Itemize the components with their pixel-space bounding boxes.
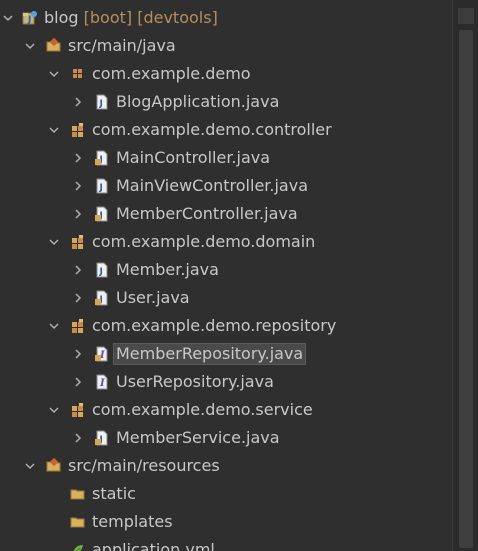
tree-label[interactable]: MemberRepository.java [112, 343, 307, 365]
chevron-right-icon[interactable] [71, 95, 85, 109]
project-icon: J [22, 10, 38, 26]
tree-label[interactable]: MainController.java [114, 148, 272, 168]
yml-file-icon [70, 542, 86, 551]
tree-node-user[interactable]: J User.java [0, 284, 452, 312]
tree-label[interactable]: User.java [114, 288, 192, 308]
tree-label[interactable]: src/main/java [66, 36, 178, 56]
tree-node-static[interactable]: static [0, 480, 452, 508]
package-icon [70, 234, 86, 250]
chevron-right-icon[interactable] [71, 263, 85, 277]
tree-label[interactable]: MemberService.java [114, 428, 282, 448]
java-class-icon: J [94, 150, 110, 166]
tree-node-member-repository[interactable]: I MemberRepository.java [0, 340, 452, 368]
chevron-right-icon[interactable] [71, 151, 85, 165]
tree-node-main-view-controller[interactable]: J MainViewController.java [0, 172, 452, 200]
tree-node-src-main-java[interactable]: src/main/java [0, 32, 452, 60]
tree-node-package-repository[interactable]: com.example.demo.repository [0, 312, 452, 340]
chevron-down-icon[interactable] [23, 39, 37, 53]
tree-label[interactable]: com.example.demo [90, 64, 253, 84]
tree-label[interactable]: com.example.demo.service [90, 400, 315, 420]
svg-text:J: J [99, 183, 103, 193]
tree-label[interactable]: src/main/resources [66, 456, 222, 476]
tree-node-member-controller[interactable]: J MemberController.java [0, 200, 452, 228]
chevron-down-icon[interactable] [47, 235, 61, 249]
scrollbar-thumb[interactable] [459, 30, 473, 548]
tree-node-package-controller[interactable]: com.example.demo.controller [0, 116, 452, 144]
tree-node-application-yml[interactable]: application.yml [0, 536, 452, 551]
tree-node-src-main-resources[interactable]: src/main/resources [0, 452, 452, 480]
tree-node-main-controller[interactable]: J MainController.java [0, 144, 452, 172]
chevron-down-icon[interactable] [47, 123, 61, 137]
chevron-down-icon[interactable] [1, 11, 15, 25]
tree-node-package-service[interactable]: com.example.demo.service [0, 396, 452, 424]
tree-label[interactable]: BlogApplication.java [114, 92, 281, 112]
tree-node-package-demo[interactable]: com.example.demo [0, 60, 452, 88]
java-class-icon: J [94, 206, 110, 222]
chevron-right-icon[interactable] [71, 207, 85, 221]
tree-node-member[interactable]: J Member.java [0, 256, 452, 284]
tree-label[interactable]: static [90, 484, 138, 504]
package-icon [70, 122, 86, 138]
project-name: blog [44, 8, 79, 27]
tree-label[interactable]: application.yml [90, 540, 217, 551]
chevron-down-icon[interactable] [47, 403, 61, 417]
tree-node-package-domain[interactable]: com.example.demo.domain [0, 228, 452, 256]
tree-label[interactable]: templates [90, 512, 175, 532]
package-icon [70, 66, 86, 82]
java-class-icon: J [94, 178, 110, 194]
chevron-right-icon[interactable] [71, 431, 85, 445]
chevron-right-icon[interactable] [71, 375, 85, 389]
folder-icon [70, 486, 86, 502]
tree-node-project[interactable]: J blog [boot] [devtools] [0, 4, 452, 32]
svg-text:J: J [99, 99, 103, 109]
tree-label[interactable]: com.example.demo.repository [90, 316, 338, 336]
java-class-icon: J [94, 262, 110, 278]
package-explorer: J blog [boot] [devtools] src/main/java c… [0, 0, 478, 551]
tree-label[interactable]: UserRepository.java [114, 372, 276, 392]
java-interface-icon: I [94, 374, 110, 390]
svg-text:J: J [99, 267, 103, 277]
svg-text:J: J [27, 15, 31, 25]
tree-node-templates[interactable]: templates [0, 508, 452, 536]
source-folder-icon [46, 38, 62, 54]
java-class-icon: J [94, 290, 110, 306]
project-label[interactable]: blog [boot] [devtools] [42, 8, 220, 28]
tree-node-user-repository[interactable]: I UserRepository.java [0, 368, 452, 396]
vertical-scrollbar[interactable] [452, 0, 478, 551]
project-decorations: [boot] [devtools] [83, 8, 218, 27]
tree-label[interactable]: com.example.demo.domain [90, 232, 317, 252]
chevron-down-icon[interactable] [23, 459, 37, 473]
package-icon [70, 402, 86, 418]
chevron-right-icon[interactable] [71, 347, 85, 361]
svg-text:I: I [99, 378, 105, 389]
tree-node-member-service[interactable]: J MemberService.java [0, 424, 452, 452]
tree-label[interactable]: MemberController.java [114, 204, 300, 224]
tree-node-blog-application[interactable]: J BlogApplication.java [0, 88, 452, 116]
chevron-right-icon[interactable] [71, 291, 85, 305]
source-folder-icon [46, 458, 62, 474]
chevron-down-icon[interactable] [47, 319, 61, 333]
tree-label[interactable]: MainViewController.java [114, 176, 310, 196]
chevron-down-icon[interactable] [47, 67, 61, 81]
scroll-up-button[interactable] [458, 8, 474, 24]
java-class-icon: J [94, 430, 110, 446]
java-class-icon: J [94, 94, 110, 110]
tree-label[interactable]: Member.java [114, 260, 221, 280]
package-icon [70, 318, 86, 334]
java-interface-icon: I [94, 346, 110, 362]
tree-label[interactable]: com.example.demo.controller [90, 120, 334, 140]
chevron-right-icon[interactable] [71, 179, 85, 193]
folder-icon [70, 514, 86, 530]
